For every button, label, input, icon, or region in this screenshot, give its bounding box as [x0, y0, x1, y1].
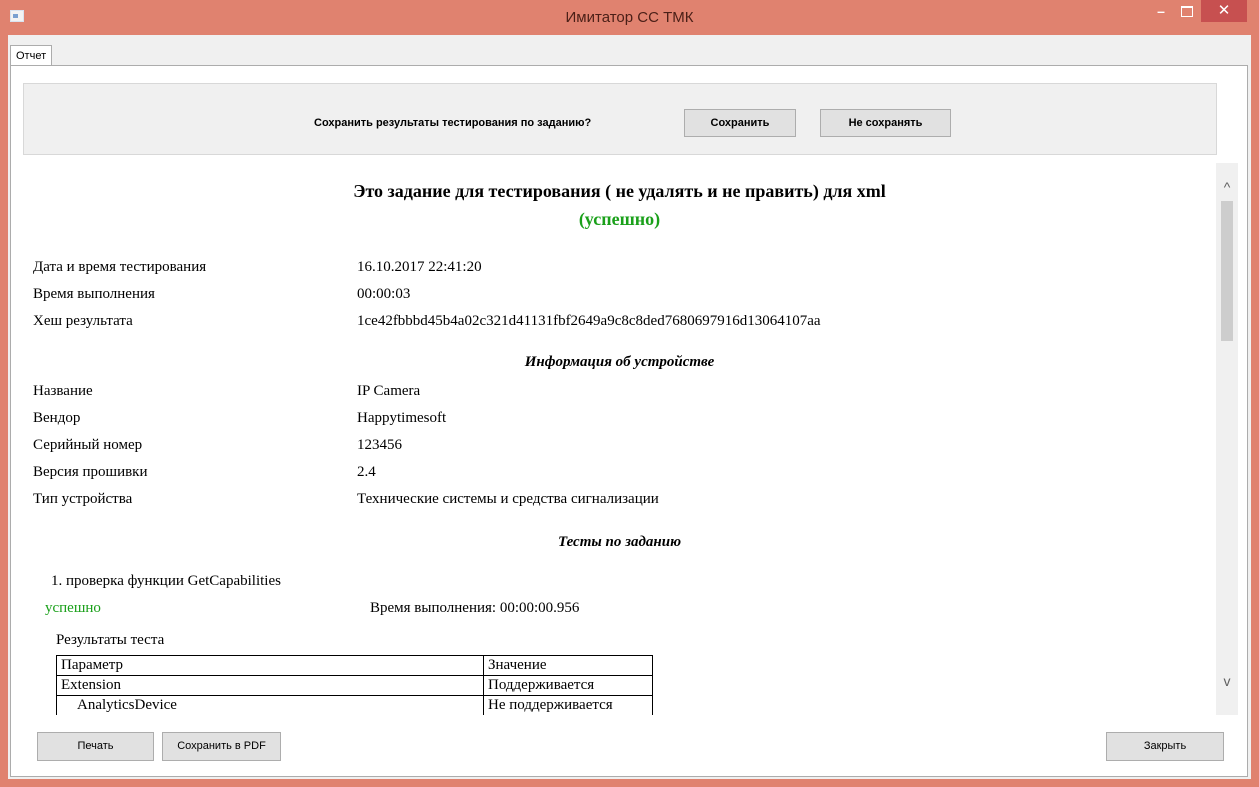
minimize-button[interactable]: – [1148, 0, 1174, 22]
summary-value: 1ce42fbbbd45b4a02c321d41131fbf2649a9c8c8… [357, 313, 821, 329]
table-row: AnalyticsDevice Не поддерживается [56, 695, 653, 715]
save-button[interactable]: Сохранить [684, 109, 796, 137]
dont-save-button[interactable]: Не сохранять [820, 109, 951, 137]
report-scrollbar[interactable]: ^ v [1216, 163, 1238, 715]
tab-report[interactable]: Отчет [10, 45, 53, 66]
summary-value: 00:00:03 [357, 286, 411, 302]
report-title: Это задание для тестирования ( не удалят… [353, 181, 886, 201]
app-window: Имитатор СС ТМК – ✕ Отчет Сохранить резу… [0, 0, 1259, 787]
print-button[interactable]: Печать [37, 732, 154, 761]
scroll-up-icon[interactable]: ^ [1216, 179, 1238, 201]
test-name: 1. проверка функции GetCapabilities [51, 573, 281, 589]
table-cell: Поддерживается [483, 675, 653, 696]
device-value: Технические системы и средства сигнализа… [357, 491, 659, 507]
test-results-table: Параметр Значение Extension Поддерживает… [56, 655, 653, 715]
table-row: Extension Поддерживается [56, 675, 653, 696]
table-header-cell: Параметр [56, 655, 484, 676]
save-pdf-button[interactable]: Сохранить в PDF [162, 732, 281, 761]
device-label: Вендор [33, 410, 81, 426]
window-title: Имитатор СС ТМК [565, 9, 694, 26]
device-section-title: Информация об устройстве [524, 354, 715, 370]
report-status: (успешно) [578, 209, 661, 229]
device-value: 2.4 [357, 464, 376, 480]
table-header-cell: Значение [483, 655, 653, 676]
maximize-icon [1181, 6, 1193, 17]
table-cell: Не поддерживается [483, 695, 653, 715]
close-window-button[interactable]: ✕ [1201, 0, 1247, 22]
device-value: Happytimesoft [357, 410, 447, 426]
scroll-down-icon[interactable]: v [1216, 673, 1238, 695]
tests-section-title: Тесты по заданию [557, 534, 682, 550]
scroll-thumb[interactable] [1221, 201, 1233, 341]
save-prompt-panel: Сохранить результаты тестирования по зад… [23, 83, 1217, 155]
title-bar[interactable]: Имитатор СС ТМК – ✕ [0, 0, 1259, 34]
table-cell: Extension [56, 675, 484, 696]
device-label: Название [33, 383, 93, 399]
summary-label: Время выполнения [33, 286, 155, 302]
device-label: Версия прошивки [33, 464, 148, 480]
summary-label: Дата и время тестирования [33, 259, 207, 275]
save-prompt-question: Сохранить результаты тестирования по зад… [314, 117, 592, 129]
test-results-label: Результаты теста [56, 632, 165, 648]
device-value: IP Camera [357, 383, 421, 399]
device-label: Тип устройства [33, 491, 133, 507]
table-cell: AnalyticsDevice [56, 695, 484, 715]
client-area: Отчет Сохранить результаты тестирования … [8, 35, 1251, 779]
table-header-row: Параметр Значение [56, 655, 653, 676]
summary-label: Хеш результата [33, 313, 133, 329]
device-value: 123456 [357, 437, 402, 453]
report-view[interactable]: Это задание для тестирования ( не удалят… [23, 163, 1216, 715]
test-duration: Время выполнения: 00:00:00.956 [370, 600, 580, 616]
maximize-button[interactable] [1174, 0, 1200, 22]
device-label: Серийный номер [33, 437, 143, 453]
test-status: успешно [45, 600, 101, 616]
summary-value: 16.10.2017 22:41:20 [357, 259, 482, 275]
close-button[interactable]: Закрыть [1106, 732, 1224, 761]
